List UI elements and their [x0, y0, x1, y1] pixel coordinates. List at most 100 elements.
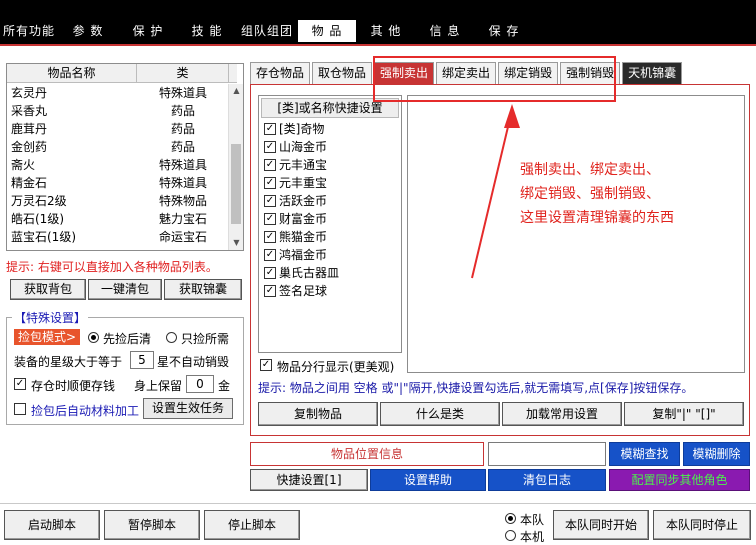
- what-is-category-button[interactable]: 什么是类: [380, 402, 500, 426]
- radio-this-team[interactable]: [505, 513, 516, 524]
- fuzzy-search-button[interactable]: 模糊查找: [609, 442, 680, 466]
- table-row[interactable]: 金创药 药品: [7, 138, 229, 156]
- pause-script-button[interactable]: 暂停脚本: [104, 510, 200, 540]
- team-start-button[interactable]: 本队同时开始: [553, 510, 649, 540]
- category-checkbox[interactable]: ✓: [264, 285, 276, 297]
- fuzzy-delete-button[interactable]: 模糊删除: [683, 442, 750, 466]
- menu-team[interactable]: 组队组团: [236, 20, 298, 42]
- item-list-header: 物品名称 类: [7, 64, 237, 83]
- category-checkbox[interactable]: ✓: [264, 249, 276, 261]
- table-row[interactable]: 斋火 特殊道具: [7, 156, 229, 174]
- radio-this-machine[interactable]: [505, 530, 516, 541]
- item-category: 特殊道具: [158, 86, 207, 100]
- table-row[interactable]: 精金石 特殊道具: [7, 174, 229, 192]
- team-stop-button[interactable]: 本队同时停止: [653, 510, 751, 540]
- radio-pick-needed[interactable]: [166, 332, 177, 343]
- left-hint: 提示: 右键可以直接加入各种物品列表。: [6, 260, 218, 274]
- list-item[interactable]: ✓ 元丰重宝: [259, 174, 401, 192]
- list-item[interactable]: ✓ [类]奇物: [259, 120, 401, 138]
- split-display-label[interactable]: 物品分行显示(更美观): [277, 358, 394, 375]
- menu-save[interactable]: 保 存: [474, 20, 534, 42]
- table-row[interactable]: 万灵石2级 特殊物品: [7, 192, 229, 210]
- star-level-label: 装备的星级大于等于: [14, 355, 123, 369]
- deposit-money-checkbox[interactable]: ✓: [14, 378, 26, 390]
- this-team-label[interactable]: 本队: [520, 511, 544, 528]
- table-row[interactable]: 玄灵丹 特殊道具: [7, 84, 229, 102]
- menu-items[interactable]: 物 品: [298, 20, 356, 42]
- table-row[interactable]: 蓝宝石(1级) 命运宝石: [7, 228, 229, 246]
- keep-gold-input[interactable]: 0: [186, 375, 214, 393]
- list-item[interactable]: ✓ 签名足球: [259, 282, 401, 300]
- get-pouch-button[interactable]: 获取锦囊: [164, 279, 242, 300]
- list-item[interactable]: ✓ 财富金币: [259, 210, 401, 228]
- start-script-button[interactable]: 启动脚本: [4, 510, 100, 540]
- menu-other[interactable]: 其 他: [356, 20, 416, 42]
- sync-config-button[interactable]: 配置同步其他角色: [609, 469, 750, 491]
- star-level-input[interactable]: 5: [130, 351, 154, 369]
- item-name: 斋火: [11, 158, 36, 172]
- top-menu: 所有功能 参 数 保 护 技 能 组队组团 物 品 其 他 信 息 保 存: [0, 20, 534, 42]
- set-task-button[interactable]: 设置生效任务: [143, 398, 233, 419]
- category-checkbox[interactable]: ✓: [264, 123, 276, 135]
- item-category: 药品: [170, 122, 195, 136]
- quick-settings-button[interactable]: 快捷设置[1]: [250, 469, 368, 491]
- column-item-name[interactable]: 物品名称: [7, 64, 137, 82]
- category-checkbox[interactable]: ✓: [264, 231, 276, 243]
- deposit-money-label[interactable]: 存仓时顺便存钱: [31, 377, 115, 394]
- split-display-checkbox[interactable]: ✓: [260, 359, 272, 371]
- stop-script-button[interactable]: 停止脚本: [204, 510, 300, 540]
- category-label: [类]奇物: [279, 122, 325, 136]
- menu-protect[interactable]: 保 护: [118, 20, 178, 42]
- tab-withdraw-items[interactable]: 取仓物品: [312, 62, 373, 84]
- settings-help-button[interactable]: 设置帮助: [370, 469, 486, 491]
- menu-all-functions[interactable]: 所有功能: [0, 20, 58, 42]
- right-hint: 提示: 物品之间用 空格 或"|"隔开,快捷设置勾选后,就无需填写,点[保存]按…: [258, 381, 694, 395]
- list-item[interactable]: ✓ 活跃金币: [259, 192, 401, 210]
- list-item[interactable]: ✓ 山海金币: [259, 138, 401, 156]
- item-name: 万灵石2级: [11, 194, 67, 208]
- list-item[interactable]: ✓ 元丰通宝: [259, 156, 401, 174]
- category-checkbox[interactable]: ✓: [264, 195, 276, 207]
- annotation-line: 绑定销毁、强制销毁、: [520, 186, 660, 202]
- auto-process-label[interactable]: 捡包后自动材料加工: [31, 402, 139, 419]
- list-item[interactable]: ✓ 巢氏古器皿: [259, 264, 401, 282]
- clear-bag-log-button[interactable]: 清包日志: [488, 469, 606, 491]
- table-row[interactable]: 采香丸 药品: [7, 102, 229, 120]
- item-category: 魅力宝石: [158, 212, 207, 226]
- scroll-up-icon[interactable]: ▲: [229, 84, 243, 98]
- table-row[interactable]: 鹿茸丹 药品: [7, 120, 229, 138]
- column-category[interactable]: 类: [137, 64, 229, 82]
- get-backpack-button[interactable]: 获取背包: [10, 279, 86, 300]
- copy-items-button[interactable]: 复制物品: [258, 402, 378, 426]
- category-checkbox[interactable]: ✓: [264, 159, 276, 171]
- location-search-input[interactable]: [488, 442, 606, 466]
- list-item[interactable]: ✓ 鸿福金币: [259, 246, 401, 264]
- copy-separators-button[interactable]: 复制"|" "[]": [624, 402, 744, 426]
- pick-needed-label[interactable]: 只捡所需: [181, 330, 229, 347]
- tab-tianji-pouch[interactable]: 天机锦囊: [622, 62, 683, 84]
- category-checkbox[interactable]: ✓: [264, 177, 276, 189]
- menu-skills[interactable]: 技 能: [178, 20, 236, 42]
- pick-then-clear-label[interactable]: 先捡后清: [103, 330, 151, 347]
- item-list-scrollbar[interactable]: ▲ ▼: [228, 84, 243, 250]
- item-name: 鹿茸丹: [11, 122, 48, 136]
- auto-process-checkbox[interactable]: [14, 403, 26, 415]
- scroll-down-icon[interactable]: ▼: [229, 236, 243, 250]
- item-list[interactable]: 物品名称 类 玄灵丹 特殊道具 采香丸 药品 鹿茸丹 药品 金创药 药品 斋火 特殊道具 …: [6, 63, 244, 251]
- item-text-area[interactable]: [407, 95, 745, 373]
- menu-info[interactable]: 信 息: [416, 20, 474, 42]
- table-row[interactable]: 皓石(1级) 魅力宝石: [7, 210, 229, 228]
- load-common-settings-button[interactable]: 加载常用设置: [502, 402, 622, 426]
- this-machine-label[interactable]: 本机: [520, 528, 544, 545]
- item-category: 药品: [170, 104, 195, 118]
- scroll-thumb[interactable]: [231, 144, 241, 224]
- menu-params[interactable]: 参 数: [58, 20, 118, 42]
- clear-bag-button[interactable]: 一键清包: [88, 279, 162, 300]
- list-item[interactable]: ✓ 熊猫金币: [259, 228, 401, 246]
- category-checkbox[interactable]: ✓: [264, 267, 276, 279]
- category-checkbox[interactable]: ✓: [264, 213, 276, 225]
- radio-pick-then-clear[interactable]: [88, 332, 99, 343]
- item-location-info-label: 物品位置信息: [250, 442, 484, 466]
- category-checkbox[interactable]: ✓: [264, 141, 276, 153]
- tab-deposit-items[interactable]: 存仓物品: [250, 62, 311, 84]
